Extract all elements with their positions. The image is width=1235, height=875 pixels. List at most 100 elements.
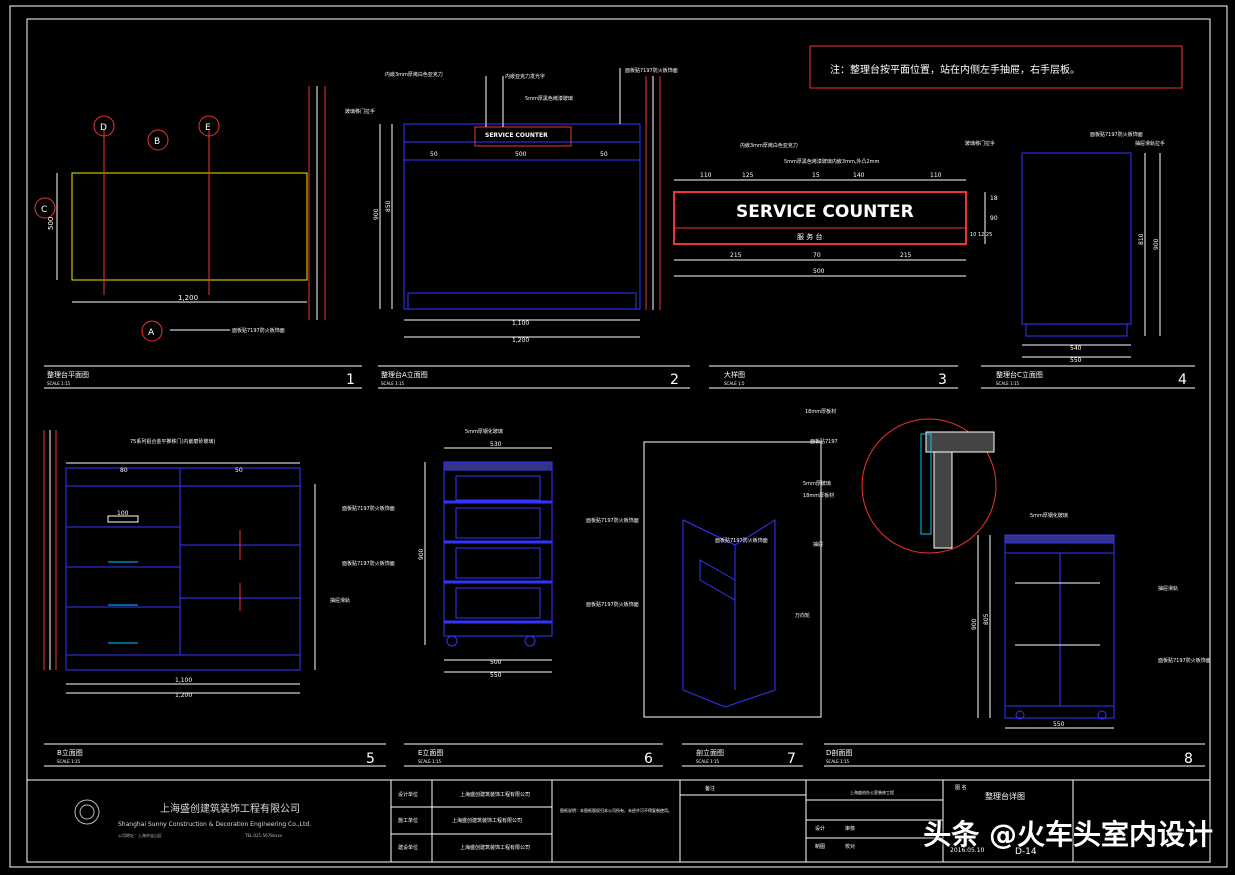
p2-dim-a: 50 bbox=[430, 151, 438, 158]
tb-row-2-label: 施工单位 bbox=[398, 817, 418, 824]
p8-h2: 805 bbox=[983, 613, 990, 625]
p1-depth-dim: 500 bbox=[47, 217, 55, 230]
p2-dim-w1: 1,100 bbox=[512, 320, 529, 327]
p6-w1: 500 bbox=[490, 659, 502, 666]
svg-text:A: A bbox=[148, 328, 155, 338]
p2-dim-h: 900 bbox=[373, 208, 380, 220]
p4-note-1: 面板贴7197防火板饰面 bbox=[1090, 131, 1143, 138]
tb-sig-1: 设计 bbox=[815, 825, 825, 832]
p2-note-1: 内嵌3mm厚烤白色亚克力 bbox=[385, 71, 443, 78]
p3-sign-sub: 服 务 台 bbox=[797, 232, 822, 241]
panel-6-title: E立面图 bbox=[418, 748, 443, 757]
panel-4-title: 整理台C立面图 bbox=[996, 370, 1043, 379]
company-name-cn: 上海盛创建筑装饰工程有限公司 bbox=[160, 802, 300, 815]
p4-h2: 810 bbox=[1138, 233, 1145, 245]
p7-note-2: 万向轮 bbox=[795, 612, 810, 619]
p8-note-4: 18mm厚板材 bbox=[803, 492, 834, 499]
panel-2-num: 2 bbox=[670, 372, 679, 388]
panel-1-title: 整理台平面图 bbox=[47, 370, 89, 379]
p8-h: 900 bbox=[971, 618, 978, 630]
panel-1-plan: D B E C A 1,200 500 面板贴7197防火板饰面 bbox=[34, 86, 326, 342]
p2-dim-c: 50 bbox=[600, 151, 608, 158]
p8-note-3: 5mm厚玻璃 bbox=[803, 480, 831, 487]
panel-4-elevation: 540 550 810 900 面板贴7197防火板饰面 玻璃移门拉手 抽屉滑轨… bbox=[965, 131, 1165, 364]
p5-note-3: 面板贴7197防火板饰面 bbox=[342, 560, 395, 567]
tb-sig-4: 校对 bbox=[845, 843, 855, 850]
panel-4-scale: SCALE 1:15 bbox=[996, 381, 1020, 386]
panel-2-scale: SCALE 1:15 bbox=[381, 381, 405, 386]
tb-name-label: 图 名 bbox=[955, 784, 967, 791]
panel-title-3: 大样图 SCALE 1:5 3 bbox=[709, 365, 958, 389]
p3-r2: 90 bbox=[990, 215, 998, 222]
tb-project: 上海盛创办公室装修工程 bbox=[850, 789, 894, 795]
panel-7-section: 面板贴7197防火板饰面 万向轮 bbox=[643, 441, 822, 718]
tb-row-1-label: 设计单位 bbox=[398, 791, 418, 798]
p2-dim-w2: 1,200 bbox=[512, 337, 529, 344]
p5-note-4: 抽屉滑轨 bbox=[330, 597, 350, 604]
p3-total: 500 bbox=[813, 268, 825, 275]
svg-text:C: C bbox=[41, 205, 47, 215]
svg-text:E: E bbox=[205, 123, 211, 133]
p4-w2: 550 bbox=[1070, 357, 1082, 364]
p2-note-4: 面板贴7197防火板饰面 bbox=[625, 67, 678, 74]
p2-dim-h2: 850 bbox=[385, 200, 392, 212]
panel-6-elevation: 500 550 530 900 5mm厚钢化玻璃 面板贴7197防火板饰面 面板… bbox=[418, 428, 639, 679]
p3-b3: 215 bbox=[900, 252, 912, 259]
p6-top: 530 bbox=[490, 441, 502, 448]
p2-note-2: 内嵌亚克力发光字 bbox=[505, 73, 545, 80]
panel-title-2: 整理台A立面图 SCALE 1:15 2 bbox=[378, 365, 690, 389]
note-text: 注：整理台按平面位置，站在内侧左手抽屉，右手层板。 bbox=[830, 63, 1080, 76]
panel-3-title: 大样图 bbox=[724, 370, 745, 379]
p1-width-dim: 1,200 bbox=[178, 294, 198, 302]
tb-sig-2: 审核 bbox=[845, 825, 855, 832]
company-name-en: Shanghai Sunny Construction & Decoration… bbox=[118, 821, 311, 828]
p5-a: 80 bbox=[120, 467, 128, 474]
p6-note-2: 面板贴7197防火板饰面 bbox=[586, 517, 639, 524]
p2-sign: SERVICE COUNTER bbox=[485, 132, 548, 139]
panel-title-5: B立面图 SCALE 1:15 5 bbox=[44, 743, 386, 767]
p5-d: 100 bbox=[117, 510, 129, 517]
tb-row-3-value: 上海盛创建筑装饰工程有限公司 bbox=[460, 844, 530, 851]
p8-note-2: 面板贴7197 bbox=[810, 438, 838, 445]
panel-title-7: 剖立面图 SCALE 1:15 7 bbox=[682, 743, 803, 767]
p8-note-5: 抽屉 bbox=[813, 541, 823, 548]
company-address: 公司地址：上海市宝山区 bbox=[118, 832, 162, 838]
tb-row-3-label: 建设单位 bbox=[398, 844, 418, 851]
tb-col-label: 备注 bbox=[705, 785, 715, 792]
panel-title-1: 整理台平面图 SCALE 1:15 1 bbox=[44, 365, 362, 389]
p5-w2: 1,200 bbox=[175, 692, 192, 699]
p7-note-1: 面板贴7197防火板饰面 bbox=[715, 537, 768, 544]
panel-2-elevation: SERVICE COUNTER 50 500 50 1,100 1,200 90… bbox=[345, 67, 678, 344]
svg-text:B: B bbox=[154, 137, 160, 147]
panel-title-8: D剖面图 SCALE 1:15 8 bbox=[824, 743, 1205, 767]
outer-frame bbox=[9, 5, 1228, 868]
panel-2-title: 整理台A立面图 bbox=[381, 370, 428, 379]
panel-5-scale: SCALE 1:15 bbox=[57, 759, 81, 764]
panel-3-scale: SCALE 1:5 bbox=[724, 381, 745, 386]
p8-note-6: 5mm厚钢化玻璃 bbox=[1030, 512, 1068, 519]
panel-8-num: 8 bbox=[1184, 751, 1193, 767]
panel-4-num: 4 bbox=[1178, 372, 1187, 388]
cad-drawing: 注：整理台按平面位置，站在内侧左手抽屉，右手层板。 D B E C A 1,20… bbox=[9, 5, 1228, 868]
panel-1-num: 1 bbox=[346, 372, 355, 388]
tb-row-1-value: 上海盛创建筑装饰工程有限公司 bbox=[460, 791, 530, 798]
p2-dim-b: 500 bbox=[515, 151, 527, 158]
p2-note-3: 5mm厚黑色烤漆玻璃 bbox=[525, 95, 573, 102]
panel-8-title: D剖面图 bbox=[826, 748, 852, 757]
tb-notes: 图纸说明：本图纸版权归本公司所有，未经许可不得复制使用。 bbox=[560, 807, 672, 813]
p6-note-1: 5mm厚钢化玻璃 bbox=[465, 428, 503, 435]
p3-d4: 140 bbox=[853, 172, 865, 179]
p3-note-1: 内嵌3mm厚烤白色亚克力 bbox=[740, 142, 798, 149]
p1-annotation: 面板贴7197防火板饰面 bbox=[232, 327, 285, 334]
p4-note-2: 玻璃移门拉手 bbox=[965, 140, 995, 147]
p3-b1: 215 bbox=[730, 252, 742, 259]
p3-b2: 70 bbox=[813, 252, 821, 259]
p4-w1: 540 bbox=[1070, 345, 1082, 352]
p8-w: 550 bbox=[1053, 721, 1065, 728]
p5-b: 50 bbox=[235, 467, 243, 474]
p3-r3: 10 12 25 bbox=[970, 232, 992, 238]
panel-title-4: 整理台C立面图 SCALE 1:15 4 bbox=[981, 365, 1195, 389]
p6-note-3: 面板贴7197防火板饰面 bbox=[586, 601, 639, 608]
panel-8-scale: SCALE 1:15 bbox=[826, 759, 850, 764]
p3-d1: 110 bbox=[700, 172, 712, 179]
